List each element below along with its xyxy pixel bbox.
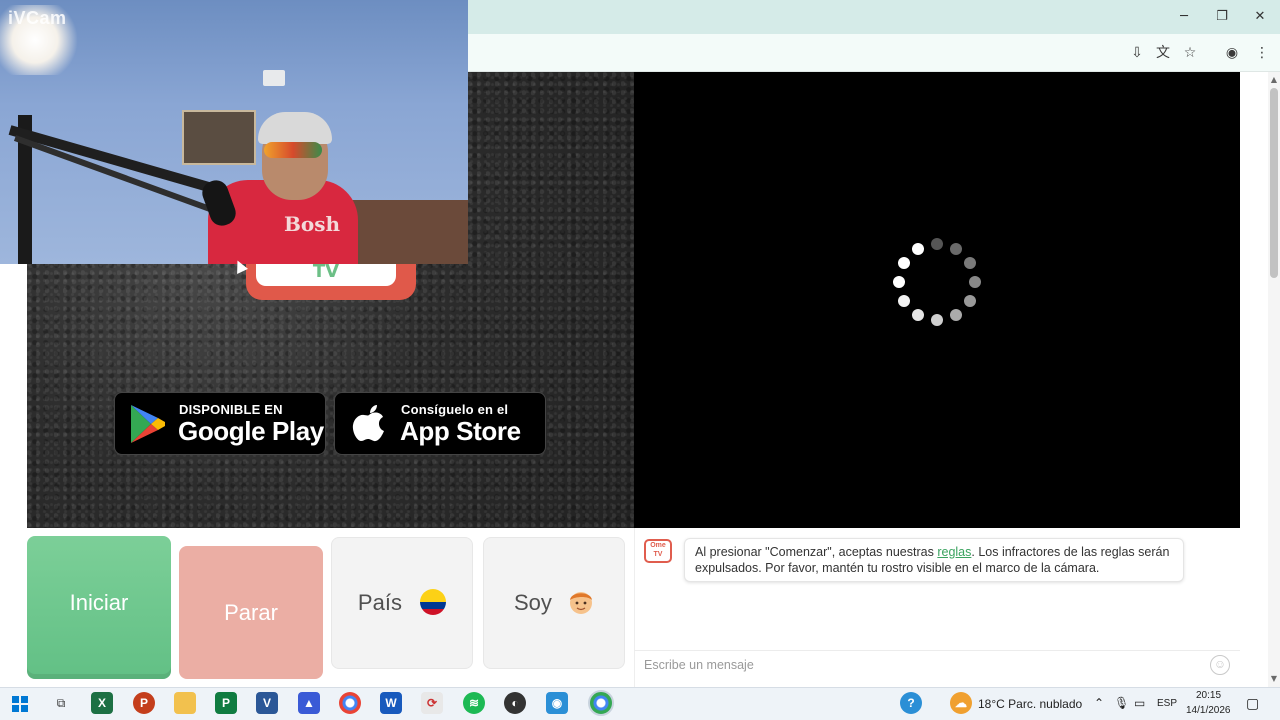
start-label: Iniciar bbox=[69, 590, 129, 615]
app-store-big-text: App Store bbox=[400, 416, 521, 446]
help-icon[interactable]: ? bbox=[900, 692, 922, 714]
windows-start-icon[interactable] bbox=[12, 696, 28, 712]
page-scrollbar[interactable]: ▲ ▼ bbox=[1268, 72, 1280, 687]
weather-text[interactable]: 18°C Parc. nublado bbox=[978, 697, 1082, 711]
spotify-icon[interactable]: ≋ bbox=[463, 692, 485, 714]
stop-label: Parar bbox=[224, 600, 278, 625]
translate-icon[interactable]: 文 bbox=[1153, 44, 1173, 62]
country-button[interactable]: País bbox=[331, 537, 473, 669]
emoji-picker-icon[interactable]: ☺ bbox=[1210, 655, 1230, 675]
close-window-button[interactable]: ✕ bbox=[1242, 6, 1278, 28]
maximize-button[interactable]: ❐ bbox=[1204, 6, 1240, 28]
boy-emoji-icon bbox=[570, 592, 593, 615]
chevron-up-icon[interactable]: ⌃ bbox=[1094, 696, 1104, 710]
start-button[interactable]: Iniciar bbox=[27, 536, 171, 679]
word-icon[interactable]: W bbox=[380, 692, 402, 714]
microphone-icon[interactable]: 🎙 bbox=[1114, 696, 1129, 710]
obs-icon[interactable]: ◐ bbox=[504, 692, 526, 714]
clock-date[interactable]: 14/1/2026 bbox=[1186, 705, 1231, 716]
weather-icon[interactable]: ☁ bbox=[950, 692, 972, 714]
scroll-thumb[interactable] bbox=[1270, 88, 1278, 278]
task-view-icon[interactable]: ⧉ bbox=[50, 692, 72, 714]
profile-icon[interactable]: ◉ bbox=[1222, 44, 1242, 62]
gender-button[interactable]: Soy bbox=[483, 537, 625, 669]
project-icon[interactable]: P bbox=[215, 692, 237, 714]
excel-icon[interactable]: X bbox=[91, 692, 113, 714]
menu-icon[interactable]: ⋮ bbox=[1252, 44, 1272, 62]
google-play-small-text: DISPONIBLE EN bbox=[179, 402, 283, 417]
google-play-big-text: Google Play bbox=[178, 416, 324, 446]
app-store-button[interactable]: Consíguelo en el App Store bbox=[334, 392, 546, 455]
file-explorer-icon[interactable] bbox=[174, 692, 196, 714]
language-indicator[interactable]: ESP bbox=[1157, 698, 1177, 709]
ome-tv-avatar: Ome TV bbox=[644, 539, 672, 563]
shirt-text: Bosh bbox=[284, 212, 341, 236]
loading-spinner-icon bbox=[893, 238, 981, 326]
system-message: Al presionar "Comenzar", aceptas nuestra… bbox=[684, 538, 1184, 582]
minimize-button[interactable]: ─ bbox=[1166, 6, 1202, 28]
chat-input-placeholder: Escribe un mensaje bbox=[644, 658, 754, 672]
scroll-down-icon[interactable]: ▼ bbox=[1268, 673, 1280, 685]
rules-link[interactable]: reglas bbox=[937, 545, 971, 559]
app-red-icon[interactable]: ⟳ bbox=[421, 692, 443, 714]
app-icon[interactable]: ▲ bbox=[298, 692, 320, 714]
google-play-icon bbox=[131, 405, 165, 443]
battery-icon[interactable]: ▭ bbox=[1134, 696, 1145, 710]
scroll-up-icon[interactable]: ▲ bbox=[1268, 74, 1280, 86]
chrome-icon[interactable] bbox=[339, 692, 361, 714]
apple-icon bbox=[352, 405, 384, 442]
chrome-active-icon[interactable] bbox=[588, 690, 614, 716]
webcam-overlay: Bosh iVCam bbox=[0, 0, 468, 264]
ivcam-icon[interactable]: ◉ bbox=[546, 692, 568, 714]
google-play-button[interactable]: DISPONIBLE EN Google Play bbox=[114, 392, 326, 455]
ivcam-watermark: iVCam bbox=[8, 8, 67, 28]
remote-video-panel bbox=[634, 72, 1240, 528]
chat-input-field[interactable]: Escribe un mensaje bbox=[634, 650, 1240, 680]
logo-text: TV bbox=[312, 261, 340, 282]
clock-time[interactable]: 20:15 bbox=[1196, 690, 1221, 701]
star-icon[interactable]: ☆ bbox=[1180, 44, 1200, 62]
ome-tv-logo: TV bbox=[246, 261, 416, 300]
country-label: País bbox=[357, 590, 402, 615]
notifications-icon[interactable]: ▢ bbox=[1246, 696, 1259, 712]
install-icon[interactable]: ⇩ bbox=[1127, 44, 1147, 62]
message-text-pre: Al presionar "Comenzar", aceptas nuestra… bbox=[695, 545, 938, 559]
powerpoint-icon[interactable]: P bbox=[133, 692, 155, 714]
app-store-small-text: Consíguelo en el bbox=[401, 402, 509, 417]
colombia-flag-icon bbox=[420, 589, 447, 616]
stop-button[interactable]: Parar bbox=[179, 546, 323, 679]
visio-icon[interactable]: V bbox=[256, 692, 278, 714]
gender-label: Soy bbox=[513, 590, 552, 615]
